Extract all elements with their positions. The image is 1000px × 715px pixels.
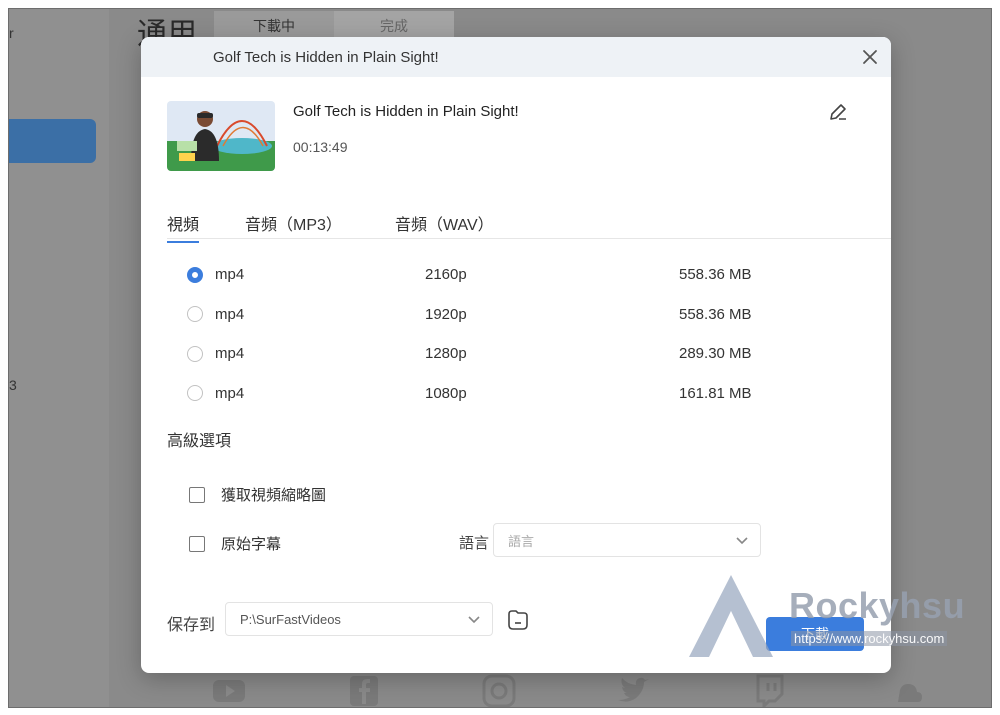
save-path-select[interactable]: P:\SurFastVideos <box>225 602 493 636</box>
facebook-icon[interactable] <box>344 674 384 708</box>
format-type: mp4 <box>215 266 245 284</box>
twitter-icon[interactable] <box>614 674 654 708</box>
format-option-1080p[interactable]: mp4 1080p 161.81 MB <box>187 374 827 414</box>
sidebar-active-item[interactable] <box>9 119 96 163</box>
video-duration: 00:13:49 <box>293 139 348 155</box>
subtitle-checkbox[interactable] <box>189 535 205 552</box>
format-size: 558.36 MB <box>679 305 752 323</box>
save-to-label: 保存到 <box>167 617 216 634</box>
format-option-1920p[interactable]: mp4 1920p 558.36 MB <box>187 295 827 335</box>
pencil-icon <box>830 104 846 120</box>
sidebar-count: 3 <box>9 377 17 393</box>
format-size: 558.36 MB <box>679 266 752 284</box>
format-size: 161.81 MB <box>679 384 752 402</box>
language-label: 語言 <box>459 535 490 552</box>
open-folder-button[interactable] <box>506 608 530 632</box>
dialog-header: Golf Tech is Hidden in Plain Sight! <box>141 37 891 77</box>
tab-downloading[interactable]: 下載中 <box>214 11 334 39</box>
app-tabs: 下載中 完成 <box>214 11 454 39</box>
format-list: mp4 2160p 558.36 MB mp4 1920p 558.36 MB … <box>187 255 827 413</box>
thumbnail-option[interactable]: 獲取視頻縮略圖 <box>189 484 326 505</box>
thumbnail-checkbox[interactable] <box>189 486 205 503</box>
close-icon <box>863 50 877 64</box>
download-button[interactable]: 下載 <box>766 617 864 651</box>
format-resolution: 2160p <box>425 266 467 284</box>
social-icons <box>209 674 924 708</box>
format-resolution: 1920p <box>425 305 467 323</box>
download-dialog: Golf Tech is Hidden in Plain Sight! Golf… <box>141 37 891 673</box>
tab-completed[interactable]: 完成 <box>334 11 454 39</box>
soundcloud-icon[interactable] <box>884 674 924 708</box>
twitch-icon[interactable] <box>749 674 789 708</box>
save-path-value: P:\SurFastVideos <box>240 611 341 627</box>
edit-button[interactable] <box>827 101 851 125</box>
close-button[interactable] <box>859 46 881 68</box>
thumbnail-label: 獲取視頻縮略圖 <box>221 487 327 504</box>
app-sidebar: r 3 <box>9 9 109 707</box>
subtitle-option[interactable]: 原始字幕 <box>189 533 281 554</box>
chevron-down-icon <box>468 616 480 624</box>
advanced-options-heading: 高級選項 <box>167 433 232 450</box>
format-size: 289.30 MB <box>679 345 752 363</box>
language-select-value: 語言 <box>508 533 535 549</box>
video-title: Golf Tech is Hidden in Plain Sight! <box>293 103 519 120</box>
radio-button[interactable] <box>187 345 203 362</box>
radio-button[interactable] <box>187 266 203 283</box>
app-window: r 3 通用 下載中 完成 Golf Tech is Hidden in Pla… <box>8 8 992 708</box>
youtube-icon[interactable] <box>209 674 249 708</box>
folder-icon <box>508 610 528 630</box>
format-option-2160p[interactable]: mp4 2160p 558.36 MB <box>187 255 827 295</box>
video-thumbnail <box>167 101 275 171</box>
format-resolution: 1080p <box>425 384 467 402</box>
format-type: mp4 <box>215 384 245 402</box>
instagram-icon[interactable] <box>479 674 519 708</box>
language-select[interactable]: 語言 <box>493 523 761 557</box>
radio-button[interactable] <box>187 306 203 323</box>
format-type: mp4 <box>215 345 245 363</box>
tab-video[interactable]: 視頻 <box>167 211 200 243</box>
tab-audio-wav[interactable]: 音頻（WAV） <box>395 211 494 241</box>
subtitle-label: 原始字幕 <box>221 536 282 553</box>
sidebar-logo-fragment: r <box>9 25 14 41</box>
chevron-down-icon <box>736 537 748 545</box>
dialog-title: Golf Tech is Hidden in Plain Sight! <box>213 48 439 66</box>
tab-audio-mp3[interactable]: 音頻（MP3） <box>245 211 342 241</box>
format-resolution: 1280p <box>425 345 467 363</box>
video-info: Golf Tech is Hidden in Plain Sight! 00:1… <box>167 101 867 173</box>
format-option-1280p[interactable]: mp4 1280p 289.30 MB <box>187 334 827 374</box>
format-tabs: 視頻 音頻（MP3） 音頻（WAV） <box>167 207 891 243</box>
format-type: mp4 <box>215 305 245 323</box>
radio-button[interactable] <box>187 385 203 402</box>
